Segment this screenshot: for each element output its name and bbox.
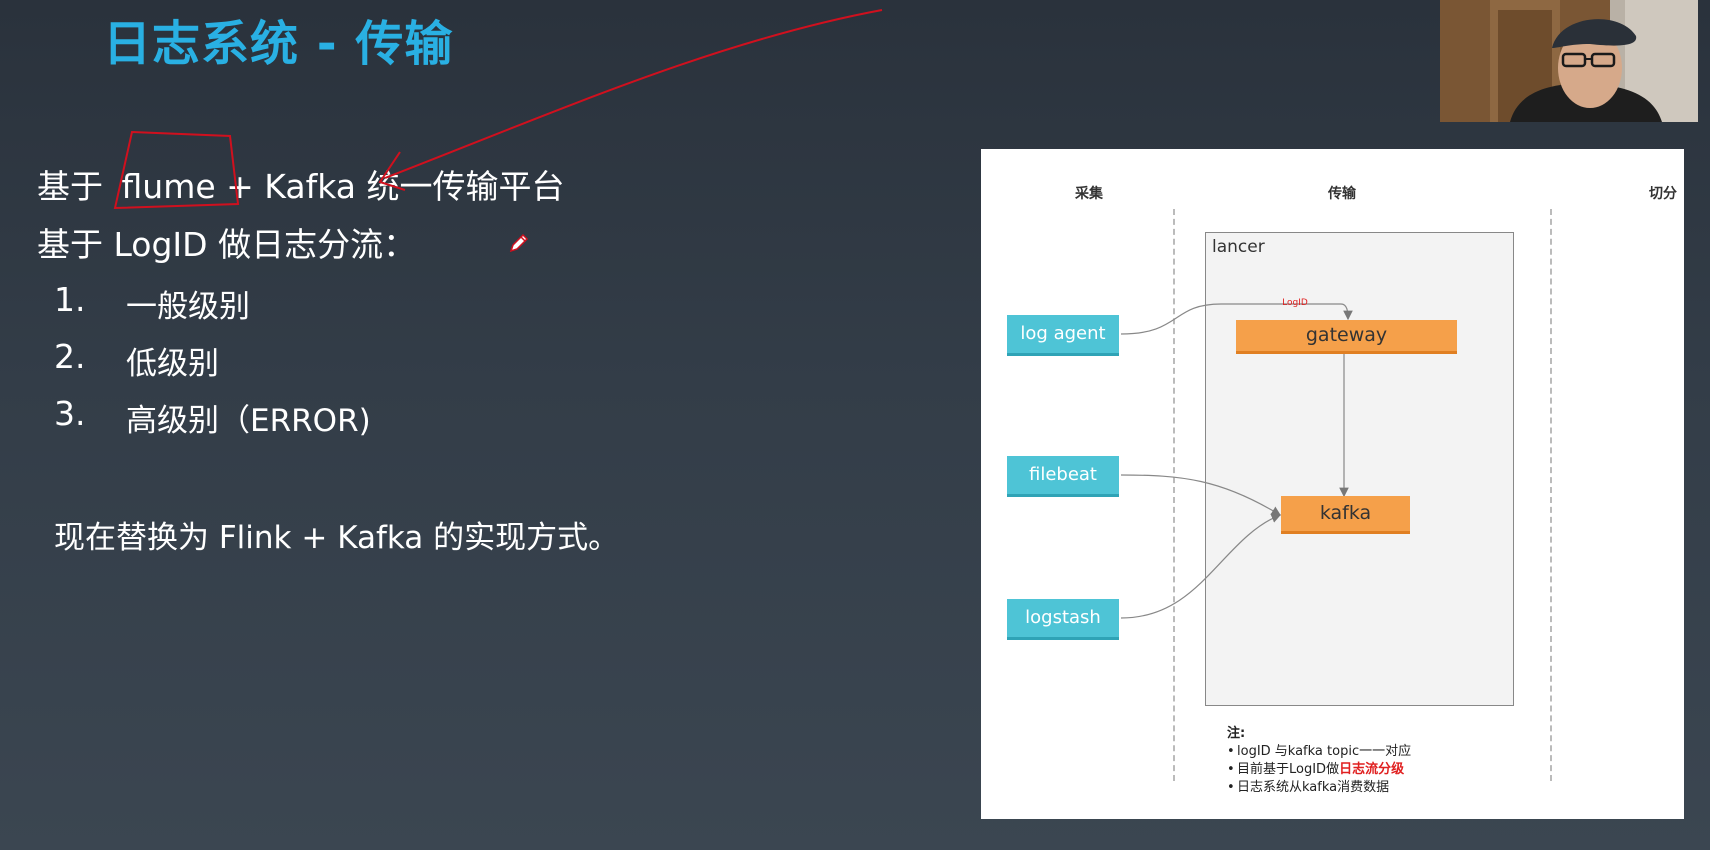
line1-rest: + Kafka 统一传输平台 — [226, 167, 565, 206]
webcam-overlay — [1440, 0, 1698, 122]
page-title: 日志系统 - 传输 — [103, 16, 454, 72]
source-logstash: logstash — [1007, 599, 1119, 640]
footer-text: 现在替换为 Flink + Kafka 的实现方式。 — [54, 520, 620, 556]
line-transport-platform: 基于 flume + Kafka 统一传输平台 — [37, 160, 564, 208]
notes-title: 注: — [1227, 726, 1246, 741]
list-item-text-3: 高级别（ERROR) — [126, 403, 371, 439]
source-filebeat: filebeat — [1007, 456, 1119, 497]
line1-prefix: 基于 — [37, 167, 103, 206]
note-1: • logID 与kafka topic一一对应 — [1227, 744, 1412, 759]
list-item-text-2: 低级别 — [126, 346, 219, 382]
gateway-box: gateway — [1236, 320, 1457, 354]
note-3: • 日志系统从kafka消费数据 — [1227, 780, 1390, 795]
presenter-video — [1440, 0, 1698, 122]
notes-block: 注: • logID 与kafka topic一一对应 • 目前基于LogID做日志… — [1227, 725, 1411, 797]
source-log-agent: log agent — [1007, 315, 1119, 356]
list-item-number-3: 3. — [54, 394, 86, 433]
kafka-box: kafka — [1281, 496, 1410, 534]
list-item-text-1: 一般级别 — [126, 289, 250, 325]
architecture-diagram: 采集 传输 切分 lancer LogID log agent filebeat… — [981, 149, 1684, 819]
edge-label-logid: LogID — [1282, 298, 1308, 308]
note-2: • 目前基于LogID做日志流分级 — [1227, 762, 1405, 777]
list-item-number-1: 1. — [54, 280, 86, 319]
list-item-number-2: 2. — [54, 337, 86, 376]
line-logid-split: 基于 LogID 做日志分流： — [37, 225, 417, 264]
line1-flume: flume — [121, 167, 216, 206]
pen-cursor-icon — [509, 233, 529, 253]
